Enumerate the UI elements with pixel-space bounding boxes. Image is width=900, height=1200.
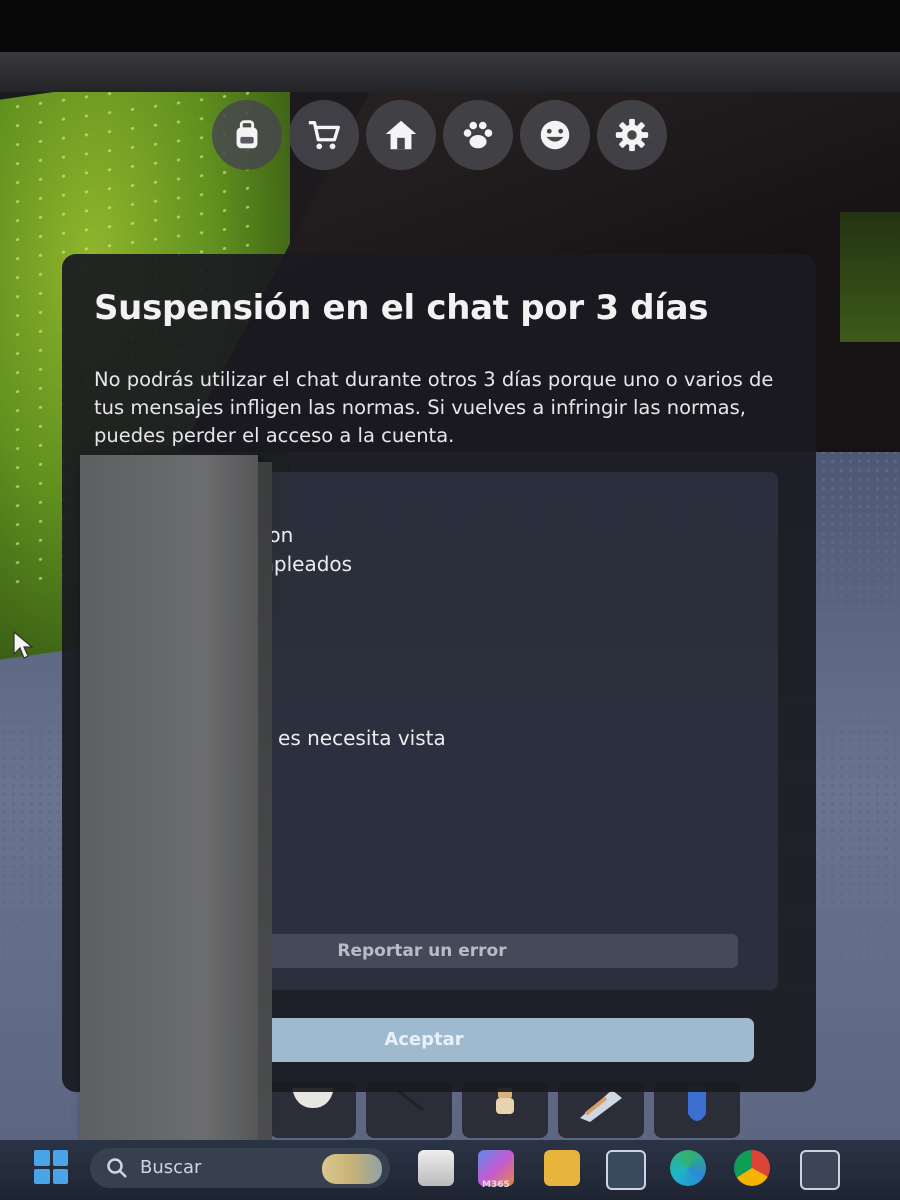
m365-label: M365 (482, 1180, 510, 1190)
windows-logo-icon (34, 1150, 50, 1166)
backpack-icon (236, 120, 258, 149)
mouse-cursor-icon (13, 630, 34, 659)
gear-icon (615, 118, 649, 152)
chrome-icon[interactable] (734, 1150, 770, 1186)
monitor-bezel-edge (0, 52, 900, 96)
task-view-icon[interactable] (418, 1150, 454, 1186)
dialog-description: No podrás utilizar el chat durante otros… (94, 368, 774, 447)
home-icon (385, 120, 417, 150)
store-icon[interactable] (606, 1150, 646, 1190)
roblox-icon[interactable] (800, 1150, 840, 1190)
grass-edge (840, 212, 900, 342)
top-nav (212, 100, 667, 170)
redaction-block (80, 455, 258, 1155)
emotes-button[interactable] (520, 100, 590, 170)
taskbar-search[interactable]: Buscar (90, 1148, 390, 1188)
emote-icon (540, 120, 570, 150)
file-explorer-icon[interactable] (544, 1150, 580, 1186)
blue-item-icon (688, 1086, 706, 1121)
cart-icon (308, 120, 340, 150)
settings-button[interactable] (597, 100, 667, 170)
edge-icon[interactable] (670, 1150, 706, 1186)
shop-button[interactable] (289, 100, 359, 170)
taskbar: Buscar M365 (0, 1140, 900, 1200)
redaction-block-side (258, 462, 272, 1152)
home-button[interactable] (366, 100, 436, 170)
search-placeholder: Buscar (140, 1157, 202, 1178)
search-icon (107, 1158, 127, 1178)
search-highlight-icon (322, 1154, 382, 1184)
dialog-title: Suspensión en el chat por 3 días (94, 288, 709, 328)
start-button[interactable] (34, 1150, 68, 1184)
paw-icon (463, 121, 493, 149)
monitor-bezel (0, 0, 900, 58)
pets-button[interactable] (443, 100, 513, 170)
backpack-button[interactable] (212, 100, 282, 170)
